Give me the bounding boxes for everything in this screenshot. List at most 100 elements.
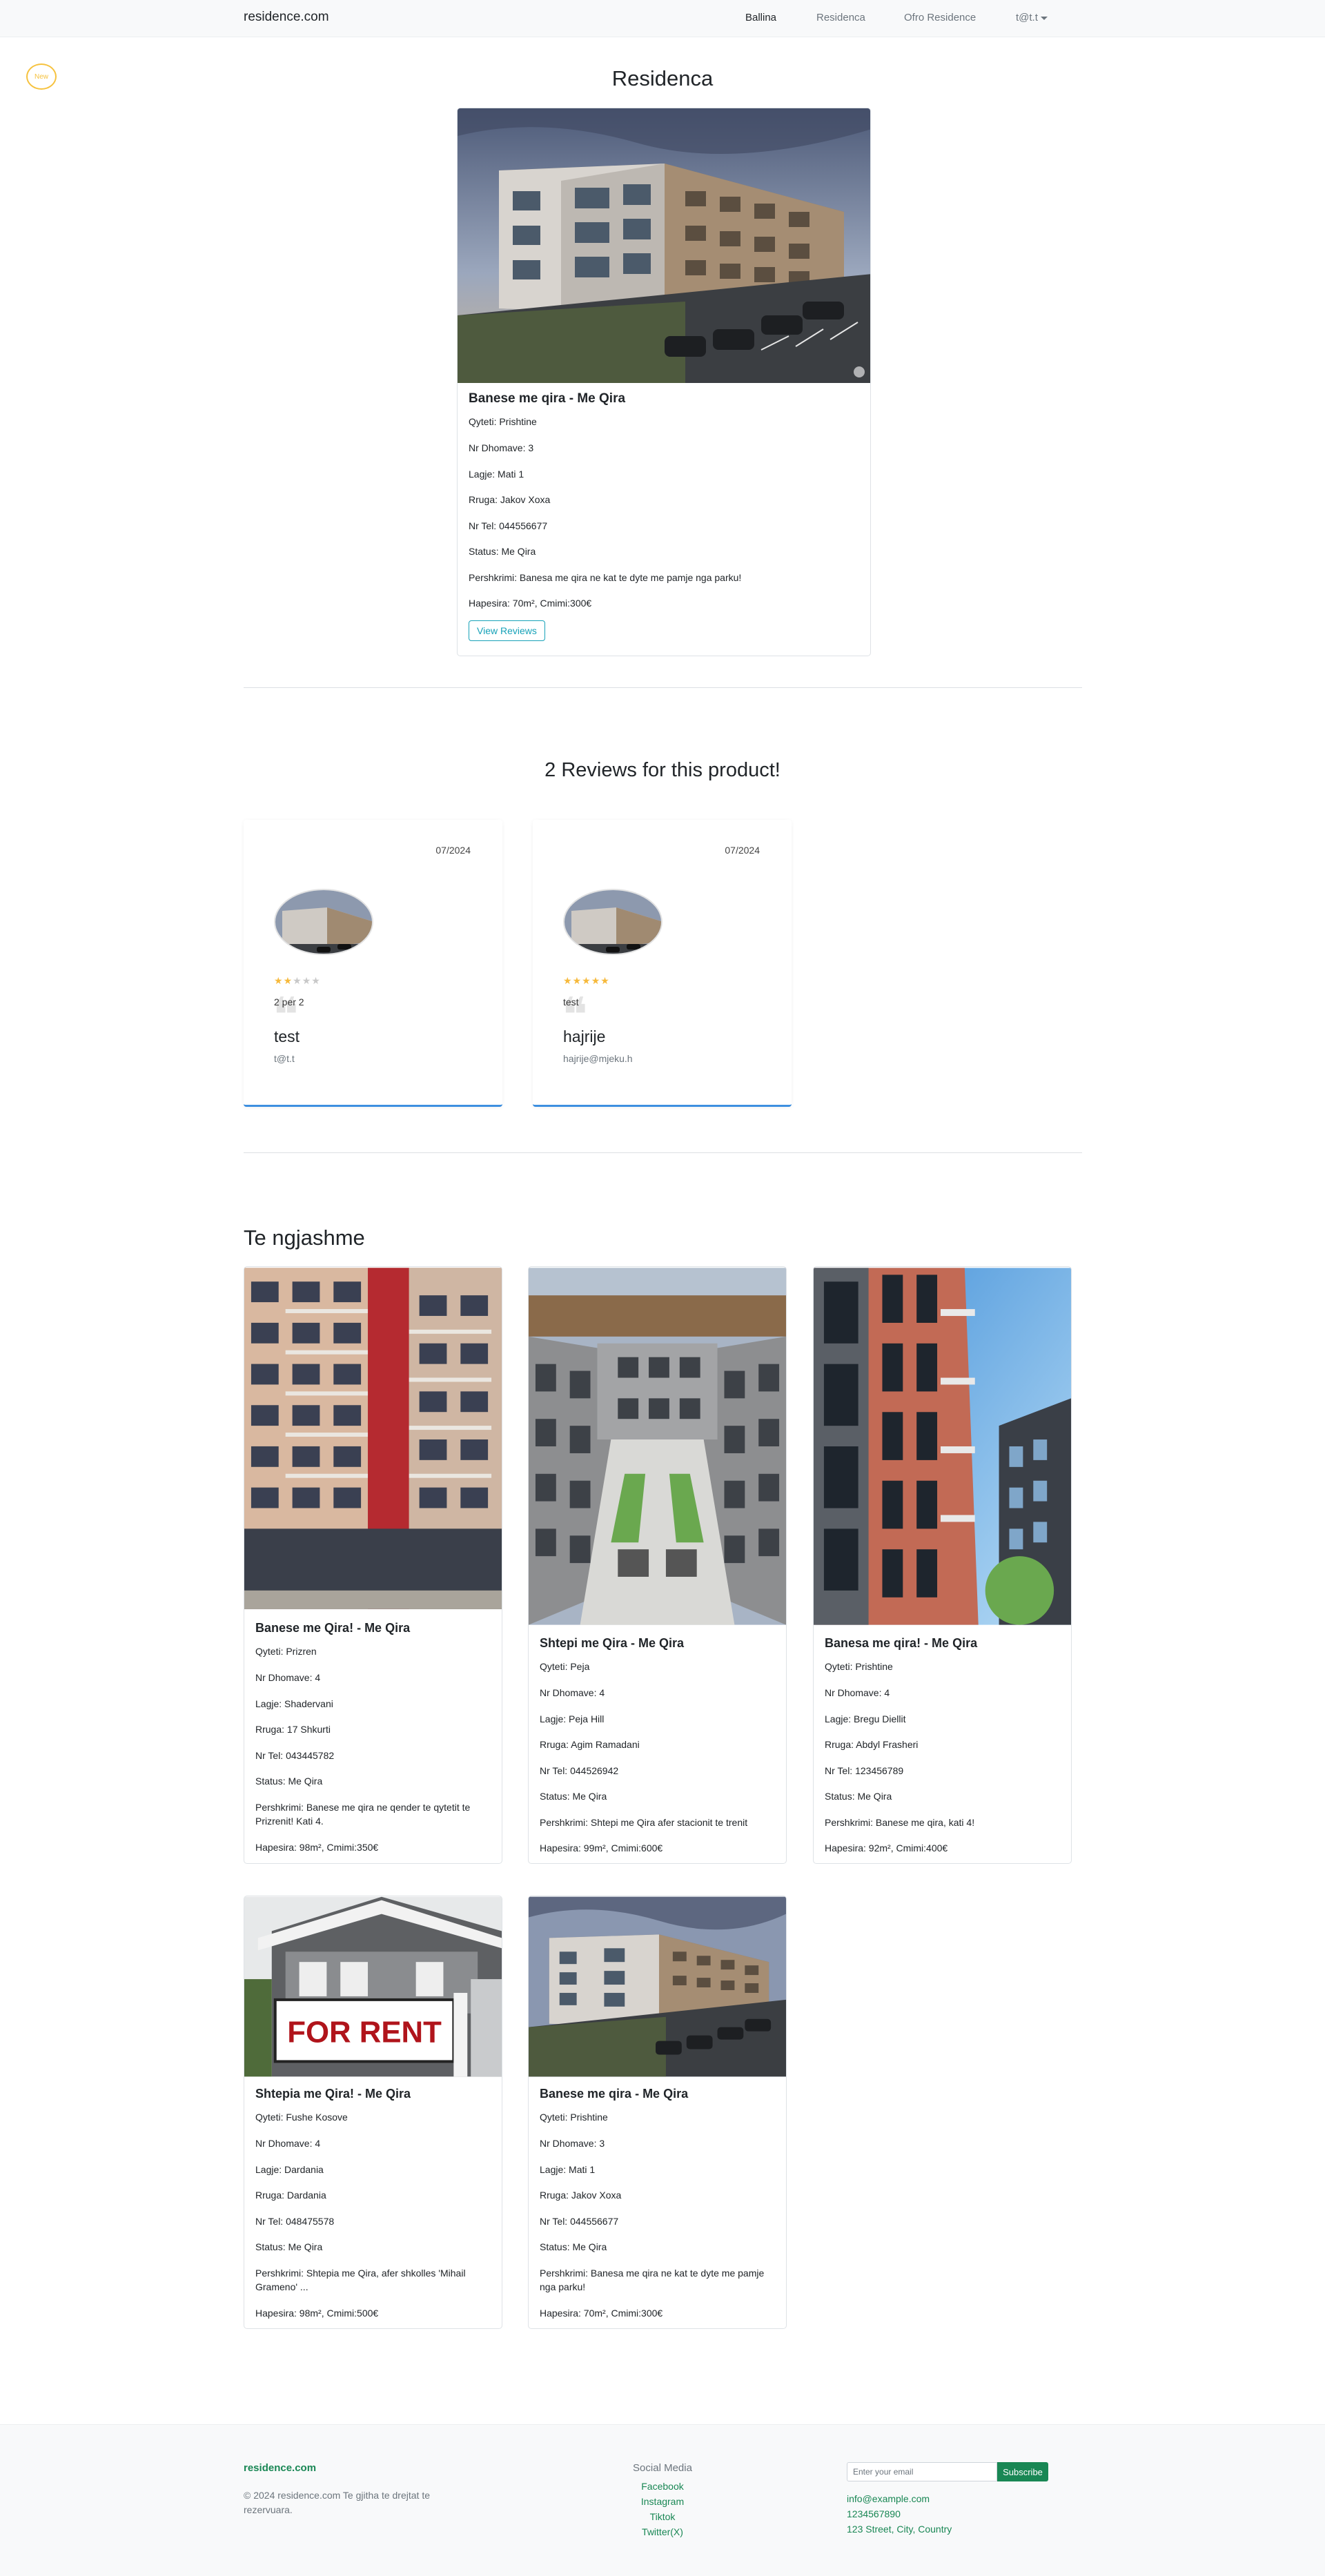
star-icon: ★ bbox=[274, 975, 284, 986]
subscribe-button[interactable]: Subscribe bbox=[997, 2462, 1048, 2481]
listing-body: Shtepi me Qira - Me Qira Qyteti: Peja Nr… bbox=[540, 1636, 776, 1854]
star-empty-icon: ★ bbox=[302, 975, 312, 986]
rating-stars: ★★★★★ bbox=[274, 975, 321, 987]
email-field[interactable]: Enter your email bbox=[847, 2462, 997, 2481]
reviews-title: 2 Reviews for this product! bbox=[544, 759, 781, 781]
listing-city: Qyteti: Prishtine bbox=[825, 1661, 893, 1672]
star-icon: ★ bbox=[283, 975, 293, 986]
similar-title: Te ngjashme bbox=[244, 1226, 365, 1250]
listing-status: Status: Me Qira bbox=[540, 1791, 607, 1802]
listing-body: Banese me qira - Me Qira Qyteti: Prishti… bbox=[540, 2087, 776, 2319]
instagram-link[interactable]: Instagram bbox=[607, 2494, 718, 2509]
listing-city: Qyteti: Prishtine bbox=[540, 2112, 608, 2123]
listing-neighborhood: Lagje: Mati 1 bbox=[540, 2164, 596, 2175]
listing-description: Pershkrimi: Banesa me qira ne kat te dyt… bbox=[469, 572, 742, 583]
divider bbox=[244, 1152, 1082, 1153]
review-card: 07/2024 ★★★★★ ❝ 2 per 2 test t@t.t bbox=[244, 820, 502, 1107]
navbar: residence.com Ballina Residenca Ofro Res… bbox=[0, 0, 1325, 37]
nav-ofro-residence[interactable]: Ofro Residence bbox=[904, 12, 976, 23]
review-text: test bbox=[563, 996, 579, 1007]
listing-neighborhood: Lagje: Shadervani bbox=[255, 1698, 333, 1709]
star-icon: ★ bbox=[572, 975, 582, 986]
avatar bbox=[563, 889, 662, 955]
listing-area-price: Hapesira: 98m², Cmimi:350€ bbox=[255, 1842, 379, 1853]
listing-rooms: Nr Dhomave: 4 bbox=[825, 1687, 890, 1698]
listing-area-price: Hapesira: 70m², Cmimi:300€ bbox=[469, 598, 592, 609]
listing-photo: FOR RENT bbox=[244, 1896, 502, 2077]
view-reviews-button[interactable]: View Reviews bbox=[469, 620, 545, 641]
review-date: 07/2024 bbox=[435, 845, 471, 856]
listing-neighborhood: Lagje: Bregu Diellit bbox=[825, 1713, 906, 1724]
reviewer-email: hajrije@mjeku.h bbox=[563, 1053, 633, 1064]
similar-listing-card[interactable]: Banese me qira - Me Qira Qyteti: Prishti… bbox=[528, 1896, 787, 2329]
listing-title: Banese me qira - Me Qira bbox=[469, 391, 626, 406]
footer-brand[interactable]: residence.com bbox=[244, 2462, 316, 2474]
brand-link[interactable]: residence.com bbox=[244, 10, 329, 25]
listing-photo bbox=[529, 1268, 786, 1625]
listing-photo bbox=[529, 1896, 786, 2077]
listing-photo bbox=[244, 1268, 502, 1609]
tiktok-link[interactable]: Tiktok bbox=[607, 2509, 718, 2524]
similar-listing-card[interactable]: Banesa me qira! - Me Qira Qyteti: Prisht… bbox=[813, 1266, 1072, 1864]
listing-description: Pershkrimi: Banese me qira, kati 4! bbox=[825, 1817, 975, 1828]
listing-description: Pershkrimi: Shtepi me Qira afer stacioni… bbox=[540, 1817, 748, 1828]
page-title: Residenca bbox=[611, 66, 714, 90]
contact-address: 123 Street, City, Country bbox=[847, 2524, 952, 2535]
listing-body: Banese me Qira! - Me Qira Qyteti: Prizre… bbox=[255, 1621, 492, 1853]
listing-status: Status: Me Qira bbox=[255, 1776, 323, 1787]
review-date: 07/2024 bbox=[725, 845, 760, 856]
social-links: Facebook Instagram Tiktok Twitter(X) bbox=[607, 2479, 718, 2539]
listing-neighborhood: Lagje: Dardania bbox=[255, 2164, 324, 2175]
listing-phone: Nr Tel: 043445782 bbox=[255, 1750, 335, 1761]
listing-area-price: Hapesira: 70m², Cmimi:300€ bbox=[540, 2308, 663, 2319]
listing-rooms: Nr Dhomave: 4 bbox=[255, 2138, 321, 2149]
facebook-link[interactable]: Facebook bbox=[607, 2479, 718, 2494]
listing-area-price: Hapesira: 99m², Cmimi:600€ bbox=[540, 1842, 663, 1854]
listing-body: Banesa me qira! - Me Qira Qyteti: Prisht… bbox=[825, 1636, 1061, 1854]
contact-info: info@example.com 1234567890 123 Street, … bbox=[847, 2491, 952, 2537]
reviewer-name: test bbox=[274, 1028, 300, 1045]
listing-title: Banesa me qira! - Me Qira bbox=[825, 1636, 978, 1650]
avatar bbox=[274, 889, 373, 955]
listing-street: Rruga: 17 Shkurti bbox=[255, 1724, 331, 1735]
listing-area-price: Hapesira: 98m², Cmimi:500€ bbox=[255, 2308, 379, 2319]
social-media-title: Social Media bbox=[633, 2462, 692, 2474]
listing-city: Qyteti: Peja bbox=[540, 1661, 590, 1672]
listing-body: Shtepia me Qira! - Me Qira Qyteti: Fushe… bbox=[255, 2087, 492, 2319]
review-text: 2 per 2 bbox=[274, 996, 304, 1007]
listing-city: Qyteti: Prizren bbox=[255, 1646, 317, 1657]
user-dropdown[interactable]: t@t.t bbox=[1016, 12, 1048, 23]
footer: residence.com © 2024 residence.com Te gj… bbox=[0, 2424, 1325, 2576]
listing-status: Status: Me Qira bbox=[825, 1791, 892, 1802]
rating-stars: ★★★★★ bbox=[563, 975, 610, 987]
listing-description: Pershkrimi: Banesa me qira ne kat te dyt… bbox=[540, 2268, 765, 2292]
listing-status: Status: Me Qira bbox=[540, 2241, 607, 2252]
listing-phone: Nr Tel: 044556677 bbox=[540, 2216, 619, 2227]
listing-phone: Nr Tel: 044526942 bbox=[540, 1765, 619, 1776]
similar-listing-card[interactable]: Shtepi me Qira - Me Qira Qyteti: Peja Nr… bbox=[528, 1266, 787, 1864]
similar-listing-card[interactable]: Banese me Qira! - Me Qira Qyteti: Prizre… bbox=[244, 1266, 502, 1864]
nav-residenca[interactable]: Residenca bbox=[816, 12, 865, 23]
listing-description: Pershkrimi: Shtepia me Qira, afer shkoll… bbox=[255, 2268, 466, 2292]
listing-title: Banese me qira - Me Qira bbox=[540, 2087, 689, 2101]
listing-rooms: Nr Dhomave: 4 bbox=[255, 1672, 321, 1683]
star-icon: ★ bbox=[582, 975, 591, 986]
listing-neighborhood: Lagje: Peja Hill bbox=[540, 1713, 605, 1724]
listing-street: Rruga: Jakov Xoxa bbox=[469, 494, 551, 505]
star-icon: ★ bbox=[591, 975, 601, 986]
listing-description: Pershkrimi: Banese me qira ne qender te … bbox=[255, 1802, 471, 1827]
reviewer-email: t@t.t bbox=[274, 1053, 295, 1064]
listing-phone: Nr Tel: 044556677 bbox=[469, 520, 548, 531]
listing-city: Qyteti: Prishtine bbox=[469, 416, 537, 427]
review-card: 07/2024 ★★★★★ ❝ test hajrije hajrije@mje… bbox=[533, 820, 792, 1107]
listing-phone: Nr Tel: 123456789 bbox=[825, 1765, 904, 1776]
listing-photo bbox=[814, 1268, 1071, 1625]
contact-email[interactable]: info@example.com bbox=[847, 2491, 952, 2506]
similar-listing-card[interactable]: FOR RENT Shtepia me Qira! - Me Qira Qyte… bbox=[244, 1896, 502, 2329]
footer-copyright: © 2024 residence.com Te gjitha te drejta… bbox=[244, 2490, 430, 2515]
contact-phone[interactable]: 1234567890 bbox=[847, 2506, 952, 2521]
twitter-link[interactable]: Twitter(X) bbox=[607, 2524, 718, 2539]
listing-status: Status: Me Qira bbox=[469, 546, 536, 557]
listing-status: Status: Me Qira bbox=[255, 2241, 323, 2252]
nav-ballina[interactable]: Ballina bbox=[745, 12, 776, 23]
